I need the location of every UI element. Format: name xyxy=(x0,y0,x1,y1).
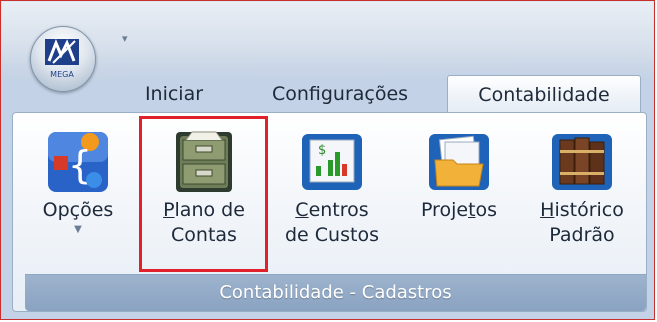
historico-padrao-button[interactable]: Histórico Padrão xyxy=(530,122,634,272)
centros-de-custos-button[interactable]: $ Centros de Custos xyxy=(282,122,382,272)
file-cabinet-icon xyxy=(176,131,232,192)
tab-iniciar[interactable]: Iniciar xyxy=(138,75,210,113)
options-icon: { xyxy=(48,132,108,192)
plano-access-key: P xyxy=(163,199,175,221)
projetos-access-key: t xyxy=(468,199,476,221)
cost-center-chart-icon: $ xyxy=(302,134,362,190)
historico-label-line2: Padrão xyxy=(549,224,615,246)
tab-contabilidade[interactable]: Contabilidade xyxy=(447,75,641,115)
historico-label-rest: istórico xyxy=(554,199,624,221)
plano-de-contas-label-line2: Contas xyxy=(171,224,237,246)
quick-access-toolbar-dropdown-icon[interactable]: ▾ xyxy=(122,32,134,46)
projetos-button[interactable]: Projetos xyxy=(412,122,506,272)
dropdown-arrow-icon: ▼ xyxy=(74,224,82,235)
books-icon xyxy=(552,134,612,190)
plano-de-contas-label-line1: Plano de xyxy=(142,198,266,223)
projetos-label-start: Proje xyxy=(420,199,469,221)
group-label-contabilidade-cadastros: Contabilidade - Cadastros xyxy=(25,274,646,311)
plano-label-rest: lano de xyxy=(174,199,245,221)
historico-access-key: H xyxy=(540,199,555,221)
opcoes-label: Opções xyxy=(42,199,114,221)
title-bar xyxy=(2,2,653,70)
centros-label-rest: entros xyxy=(308,199,369,221)
plano-de-contas-button[interactable]: Plano de Contas xyxy=(142,122,266,272)
centros-label-line2: de Custos xyxy=(285,224,379,246)
projects-folder-icon xyxy=(429,134,489,190)
projetos-label: Projetos xyxy=(412,198,506,223)
projetos-label-end: os xyxy=(475,199,498,221)
opcoes-button[interactable]: { Opções ▼ xyxy=(38,122,118,272)
svg-text:$: $ xyxy=(318,143,326,158)
ribbon-tabs: Iniciar Configurações Contabilidade xyxy=(1,69,656,115)
historico-label-line1: Histórico xyxy=(530,198,634,223)
centros-label-line1: Centros xyxy=(282,198,382,223)
centros-access-key: C xyxy=(295,199,309,221)
tab-configuracoes[interactable]: Configurações xyxy=(255,75,425,113)
